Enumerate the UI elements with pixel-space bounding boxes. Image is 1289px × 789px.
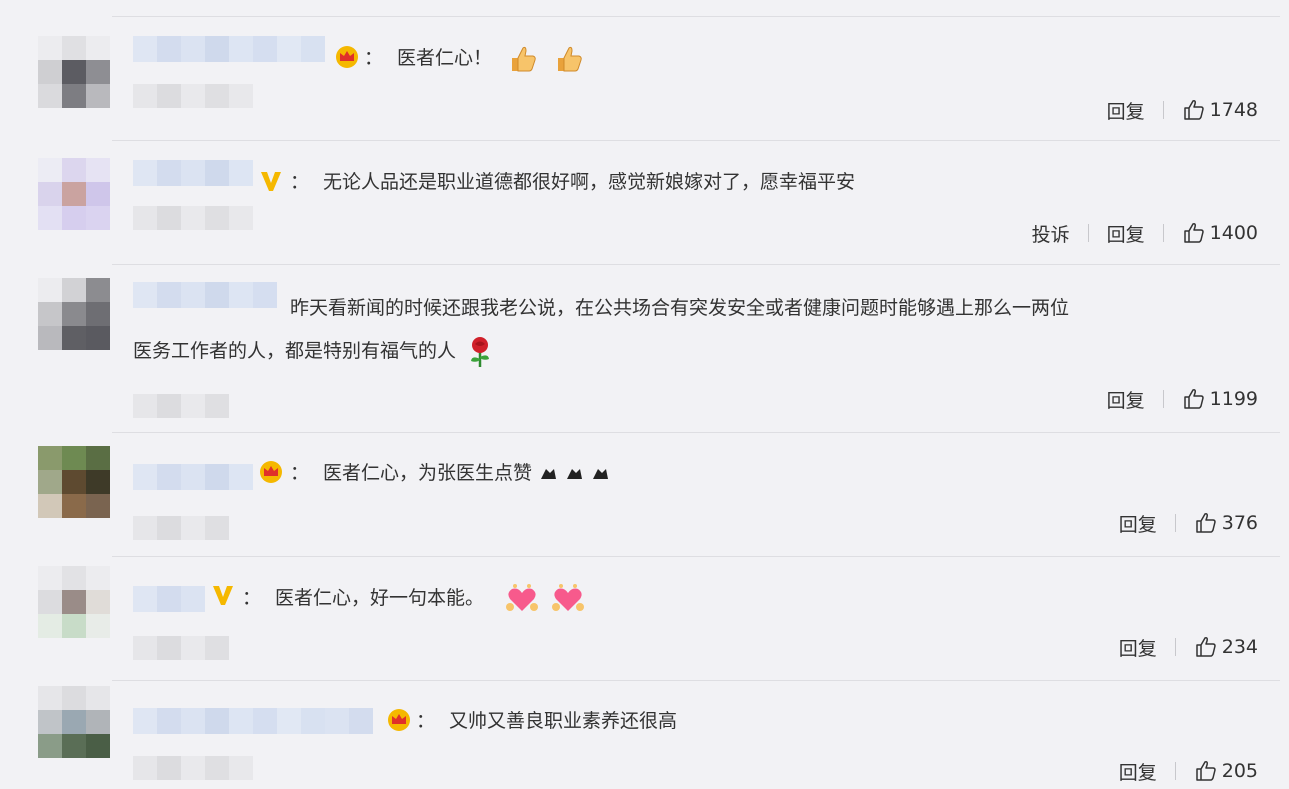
comment-actions: 回复 1199	[1107, 385, 1258, 413]
comment-body-line2: 医务工作者的人，都是特别有福气的人	[133, 340, 457, 362]
crown-icon	[388, 709, 410, 731]
divider	[112, 556, 1280, 557]
separator	[1174, 762, 1176, 780]
thumbs-up-outline-icon	[1183, 389, 1204, 409]
comment-actions: 回复 234	[1119, 633, 1258, 661]
colon: ：	[290, 171, 310, 193]
comment-feed: ： 医者仁心！ 回复 1748 ： 无论人品还是职业道德都很好啊，感觉新娘嫁对了，…	[0, 0, 1289, 789]
comment-text: ： 无论人品还是职业道德都很好啊，感觉新娘嫁对了，愿幸福平安	[290, 160, 855, 204]
like-count: 234	[1221, 636, 1258, 658]
comment-actions: 回复 205	[1119, 757, 1258, 785]
reply-button[interactable]: 回复	[1107, 220, 1145, 247]
username[interactable]	[133, 464, 253, 490]
like-count: 205	[1221, 760, 1258, 782]
comment-body: 无论人品还是职业道德都很好啊，感觉新娘嫁对了，愿幸福平安	[323, 171, 856, 193]
like-button[interactable]: 205	[1194, 759, 1258, 783]
colon: ：	[290, 462, 310, 484]
comment-text: ： 又帅又善良职业素养还很高	[416, 699, 677, 743]
comment-actions: 回复 1748	[1107, 96, 1258, 124]
comment-text: 昨天看新闻的时候还跟我老公说，在公共场合有突发安全或者健康问题时能够遇上那么一两…	[290, 286, 1069, 330]
colon: ：	[416, 710, 436, 732]
comment-body: 医者仁心！	[397, 47, 493, 69]
verified-v-icon	[213, 586, 233, 605]
username[interactable]	[133, 36, 325, 62]
separator	[1174, 638, 1176, 656]
avatar[interactable]	[38, 446, 110, 518]
comment-text: ： 医者仁心，好一句本能。	[242, 576, 586, 620]
separator	[1087, 224, 1089, 242]
clap-icon	[541, 468, 557, 479]
divider	[112, 432, 1280, 433]
colon: ：	[242, 587, 262, 609]
avatar[interactable]	[38, 36, 110, 108]
verified-v-icon	[261, 172, 281, 191]
thumbs-up-outline-icon	[1183, 100, 1204, 120]
comment-text: 医务工作者的人，都是特别有福气的人	[133, 329, 494, 373]
like-button[interactable]: 376	[1194, 511, 1258, 535]
colon: ：	[364, 47, 384, 69]
thumbs-up-icon	[512, 46, 536, 71]
like-button[interactable]: 1199	[1182, 387, 1258, 411]
like-button[interactable]: 1748	[1182, 98, 1258, 122]
user-meta-blur	[133, 756, 253, 780]
user-meta-blur	[133, 636, 229, 660]
username[interactable]	[133, 160, 253, 186]
separator	[1174, 514, 1176, 532]
thumbs-up-outline-icon	[1195, 637, 1216, 657]
user-meta-blur	[133, 394, 229, 418]
comment-text: ： 医者仁心！	[364, 36, 586, 80]
reply-button[interactable]: 回复	[1119, 758, 1157, 785]
report-button[interactable]: 投诉	[1032, 220, 1070, 247]
like-count: 376	[1221, 512, 1258, 534]
crown-icon	[260, 461, 282, 483]
separator	[1162, 390, 1164, 408]
rose-icon	[471, 336, 490, 367]
user-meta-blur	[133, 84, 253, 108]
thumbs-up-outline-icon	[1195, 513, 1216, 533]
like-button[interactable]: 1400	[1182, 221, 1258, 245]
divider	[112, 16, 1280, 17]
thumbs-up-outline-icon	[1183, 223, 1204, 243]
comment-body: 医者仁心，好一句本能。	[275, 587, 485, 609]
separator	[1162, 101, 1164, 119]
username[interactable]	[133, 708, 373, 734]
avatar[interactable]	[38, 686, 110, 758]
clap-icon	[567, 468, 583, 479]
thumbs-up-icon	[558, 46, 582, 71]
separator	[1162, 224, 1164, 242]
username[interactable]	[133, 586, 205, 612]
user-meta-blur	[133, 206, 253, 230]
reply-button[interactable]: 回复	[1119, 510, 1157, 537]
comment-body-line1: 昨天看新闻的时候还跟我老公说，在公共场合有突发安全或者健康问题时能够遇上那么一两…	[290, 297, 1070, 319]
like-count: 1748	[1209, 99, 1258, 121]
comment-body: 医者仁心，为张医生点赞	[323, 462, 533, 484]
comment-actions: 投诉 回复 1400	[1032, 219, 1258, 247]
reply-button[interactable]: 回复	[1107, 97, 1145, 124]
avatar[interactable]	[38, 278, 110, 350]
crown-icon	[336, 46, 358, 68]
divider	[112, 680, 1280, 681]
divider	[112, 264, 1280, 265]
heart-hands-icon	[506, 583, 539, 611]
like-count: 1400	[1209, 222, 1258, 244]
thumbs-up-outline-icon	[1195, 761, 1216, 781]
comment-text: ： 医者仁心，为张医生点赞	[290, 451, 610, 495]
user-meta-blur	[133, 516, 229, 540]
heart-hands-icon	[552, 583, 585, 611]
like-count: 1199	[1209, 388, 1258, 410]
reply-button[interactable]: 回复	[1119, 634, 1157, 661]
username[interactable]	[133, 282, 277, 308]
clap-icon	[593, 468, 609, 479]
comment-actions: 回复 376	[1119, 509, 1258, 537]
avatar[interactable]	[38, 158, 110, 230]
comment-body: 又帅又善良职业素养还很高	[449, 710, 678, 732]
avatar[interactable]	[38, 566, 110, 638]
like-button[interactable]: 234	[1194, 635, 1258, 659]
divider	[112, 140, 1280, 141]
reply-button[interactable]: 回复	[1107, 386, 1145, 413]
